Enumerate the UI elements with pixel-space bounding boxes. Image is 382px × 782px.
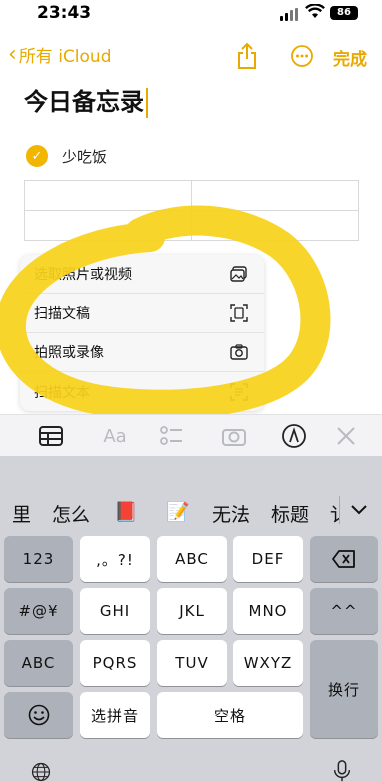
chevron-left-icon: ‹ <box>8 41 17 67</box>
text-scan-icon <box>230 382 248 401</box>
back-button[interactable]: ‹ 所有 iCloud <box>8 42 112 67</box>
close-icon[interactable] <box>333 423 359 449</box>
share-icon[interactable] <box>235 42 259 70</box>
key-pqrs[interactable]: PQRS <box>80 640 150 686</box>
checklist-item[interactable]: ✓ 少吃饭 <box>26 145 107 167</box>
status-bar: 23:43 86 <box>0 0 382 28</box>
candidate-word[interactable]: 里 <box>12 500 31 527</box>
key-punctuation[interactable]: ,。?! <box>80 536 150 582</box>
checklist-item-text: 少吃饭 <box>62 147 108 166</box>
text-style-button[interactable]: Aa <box>100 423 130 449</box>
done-button[interactable]: 完成 <box>333 45 367 70</box>
delete-key[interactable] <box>310 536 378 582</box>
emoji-icon <box>28 704 49 726</box>
doc-scan-icon <box>230 304 248 322</box>
menu-item-choose-photo[interactable]: 选取照片或视频 <box>20 255 264 294</box>
candidate-divider <box>339 496 340 524</box>
space-key[interactable]: 空格 <box>157 692 303 738</box>
key-def[interactable]: DEF <box>233 536 303 582</box>
cellular-signal-icon <box>280 8 298 21</box>
note-title[interactable]: 今日备忘录 <box>24 82 148 118</box>
menu-item-scan-document[interactable]: 扫描文稿 <box>20 294 264 333</box>
camera-icon <box>230 344 248 360</box>
key-jkl[interactable]: JKL <box>157 588 227 634</box>
table-divider <box>25 210 358 211</box>
attachment-menu: 选取照片或视频 扫描文稿 拍照或录像 扫描文本 <box>20 255 264 411</box>
candidate-word[interactable]: 📝 <box>166 500 190 523</box>
more-options-icon[interactable] <box>291 45 313 67</box>
menu-item-label: 选取照片或视频 <box>34 267 132 283</box>
emoji-key[interactable] <box>4 692 73 738</box>
backspace-icon <box>332 550 355 568</box>
candidate-word[interactable]: 无法 <box>212 500 250 527</box>
key-abc[interactable]: ABC <box>157 536 227 582</box>
note-table[interactable] <box>24 180 359 241</box>
candidate-word[interactable]: 📕 <box>114 500 138 523</box>
table-icon[interactable] <box>38 423 64 449</box>
back-label: 所有 iCloud <box>18 47 112 67</box>
key-tuv[interactable]: TUV <box>157 640 227 686</box>
checklist-icon[interactable] <box>158 423 184 449</box>
nav-bar: ‹ 所有 iCloud 完成 <box>0 36 382 76</box>
checkmark-icon[interactable]: ✓ <box>26 145 48 167</box>
battery-indicator: 86 <box>330 6 358 20</box>
menu-item-label: 拍照或录像 <box>34 345 104 361</box>
microphone-icon[interactable] <box>333 760 351 782</box>
key-mno[interactable]: MNO <box>233 588 303 634</box>
menu-item-label: 扫描文稿 <box>34 306 90 322</box>
menu-item-scan-text[interactable]: 扫描文本 <box>20 372 264 411</box>
candidate-word[interactable]: 怎么 <box>52 500 90 527</box>
globe-icon[interactable] <box>28 762 54 782</box>
keyboard: 里 怎么 📕 📝 无法 标题 讠 123 ,。?! ABC DEF #@¥ GH… <box>0 456 382 782</box>
candidate-word[interactable]: 标题 <box>271 500 309 527</box>
photo-library-icon <box>230 266 247 282</box>
key-emoticon[interactable]: ^^ <box>310 588 378 634</box>
return-key[interactable]: 换行 <box>310 640 378 738</box>
key-wxyz[interactable]: WXYZ <box>233 640 303 686</box>
key-abc-switch[interactable]: ABC <box>4 640 73 686</box>
wifi-icon <box>305 4 325 18</box>
candidate-bar: 里 怎么 📕 📝 无法 标题 讠 <box>0 456 382 534</box>
menu-item-take-photo[interactable]: 拍照或录像 <box>20 333 264 372</box>
markup-pen-icon[interactable] <box>281 423 307 449</box>
key-123[interactable]: 123 <box>4 536 73 582</box>
key-symbols[interactable]: #@¥ <box>4 588 73 634</box>
note-title-text: 今日备忘录 <box>24 88 144 116</box>
key-ghi[interactable]: GHI <box>80 588 150 634</box>
chevron-down-icon[interactable] <box>350 504 368 516</box>
format-toolbar: Aa <box>0 414 382 456</box>
menu-item-label: 扫描文本 <box>34 384 90 401</box>
key-select-pinyin[interactable]: 选拼音 <box>80 692 150 738</box>
text-cursor <box>146 88 148 118</box>
camera-icon[interactable] <box>221 423 247 449</box>
status-time: 23:43 <box>37 3 92 23</box>
